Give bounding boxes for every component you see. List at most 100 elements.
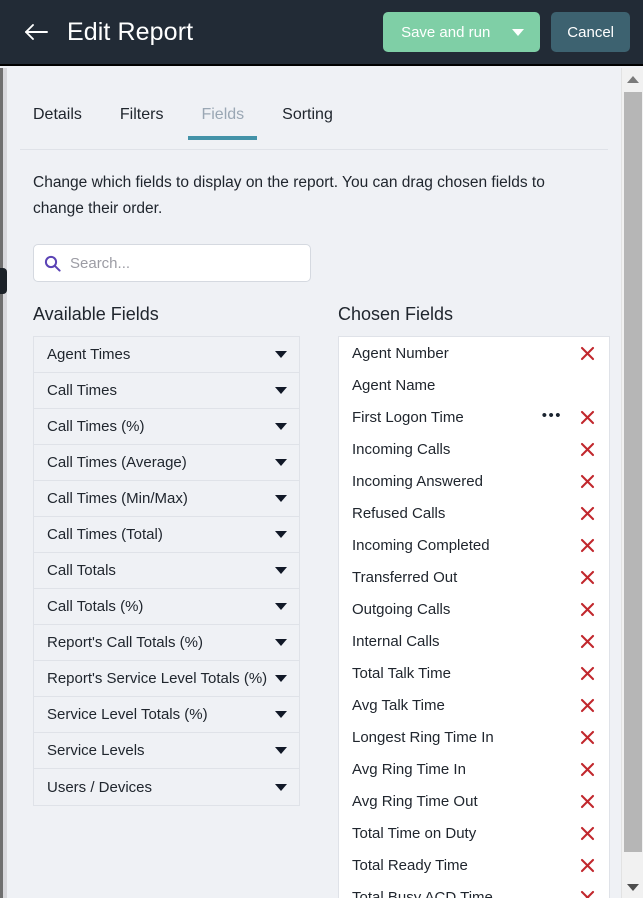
chosen-field-row[interactable]: Agent Name [339, 369, 609, 401]
tab-fields[interactable]: Fields [201, 94, 244, 140]
chosen-field-row[interactable]: Transferred Out [339, 561, 609, 593]
remove-field-icon[interactable] [578, 792, 596, 810]
scroll-down-button[interactable] [622, 876, 643, 898]
chevron-down-icon[interactable] [275, 387, 287, 394]
chosen-field-row[interactable]: Incoming Completed [339, 529, 609, 561]
chosen-field-label: Total Talk Time [352, 665, 578, 682]
chevron-down-icon[interactable] [275, 711, 287, 718]
remove-field-icon[interactable] [578, 696, 596, 714]
chevron-down-icon[interactable] [275, 351, 287, 358]
chevron-down-icon[interactable] [275, 675, 287, 682]
remove-field-icon[interactable] [578, 472, 596, 490]
chevron-down-icon[interactable] [275, 747, 287, 754]
scrollbar-thumb[interactable] [624, 92, 642, 852]
available-field-row[interactable]: Call Times (Total) [34, 517, 299, 553]
chosen-fields-list: Agent NumberAgent NameFirst Logon Time••… [338, 336, 610, 898]
chosen-field-row[interactable]: Longest Ring Time In [339, 721, 609, 753]
chosen-field-row[interactable]: Incoming Answered [339, 465, 609, 497]
available-field-label: Agent Times [47, 346, 271, 363]
chevron-up-icon [627, 76, 639, 83]
remove-field-icon[interactable] [578, 856, 596, 874]
available-field-row[interactable]: Service Levels [34, 733, 299, 769]
remove-field-icon[interactable] [578, 760, 596, 778]
scroll-up-button[interactable] [622, 68, 643, 90]
chosen-field-row[interactable]: Refused Calls [339, 497, 609, 529]
chosen-field-row[interactable]: Agent Number [339, 337, 609, 369]
available-field-row[interactable]: Call Times (%) [34, 409, 299, 445]
available-field-row[interactable]: Agent Times [34, 337, 299, 373]
cancel-button[interactable]: Cancel [551, 12, 630, 52]
remove-field-icon[interactable] [578, 440, 596, 458]
tab-details[interactable]: Details [33, 94, 82, 140]
available-field-label: Service Level Totals (%) [47, 706, 271, 723]
chevron-down-icon[interactable] [275, 784, 287, 791]
search-field-wrapper[interactable] [33, 244, 311, 282]
remove-field-icon[interactable] [578, 664, 596, 682]
chosen-field-row[interactable]: Avg Ring Time Out [339, 785, 609, 817]
chevron-down-icon[interactable] [275, 531, 287, 538]
available-field-row[interactable]: Service Level Totals (%) [34, 697, 299, 733]
remove-field-icon[interactable] [578, 888, 596, 898]
chosen-fields-column: Chosen Fields Agent NumberAgent NameFirs… [338, 304, 610, 898]
chosen-field-label: Incoming Completed [352, 537, 578, 554]
chosen-field-row[interactable]: Avg Ring Time In [339, 753, 609, 785]
chevron-down-icon[interactable] [275, 639, 287, 646]
chevron-down-icon[interactable] [275, 459, 287, 466]
chosen-field-row[interactable]: Avg Talk Time [339, 689, 609, 721]
chosen-field-label: Incoming Calls [352, 441, 578, 458]
available-field-label: Users / Devices [47, 779, 271, 796]
available-field-row[interactable]: Users / Devices [34, 769, 299, 805]
chosen-field-row[interactable]: First Logon Time••• [339, 401, 609, 433]
chevron-down-icon[interactable] [275, 603, 287, 610]
back-arrow-icon[interactable] [21, 17, 51, 47]
chosen-field-row[interactable]: Incoming Calls [339, 433, 609, 465]
tab-filters[interactable]: Filters [120, 94, 164, 140]
available-field-row[interactable]: Call Times [34, 373, 299, 409]
save-and-run-button[interactable]: Save and run [383, 12, 540, 52]
chevron-down-icon[interactable] [512, 29, 524, 36]
chosen-field-label: Total Busy ACD Time [352, 889, 578, 898]
chosen-field-label: Refused Calls [352, 505, 578, 522]
remove-field-icon[interactable] [578, 632, 596, 650]
available-field-row[interactable]: Call Times (Min/Max) [34, 481, 299, 517]
remove-field-icon[interactable] [578, 408, 596, 426]
chevron-down-icon[interactable] [275, 567, 287, 574]
remove-field-icon[interactable] [578, 600, 596, 618]
chevron-down-icon[interactable] [275, 423, 287, 430]
available-fields-list: Agent Times Call TimesCall Times (%) Call … [33, 336, 300, 806]
chosen-field-row[interactable]: Total Time on Duty [339, 817, 609, 849]
remove-field-icon[interactable] [578, 344, 596, 362]
vertical-scrollbar[interactable] [621, 68, 643, 898]
remove-field-icon[interactable] [578, 728, 596, 746]
chosen-field-row[interactable]: Total Ready Time [339, 849, 609, 881]
remove-field-icon[interactable] [578, 824, 596, 842]
chevron-down-icon [627, 884, 639, 891]
chosen-field-label: Avg Ring Time In [352, 761, 578, 778]
search-icon [44, 255, 61, 272]
available-field-row[interactable]: Call Totals [34, 553, 299, 589]
top-header-bar: Edit Report Save and run Cancel [0, 0, 643, 66]
tab-sorting[interactable]: Sorting [282, 94, 333, 140]
chosen-field-row[interactable]: Total Talk Time [339, 657, 609, 689]
remove-field-icon[interactable] [578, 536, 596, 554]
sidebar-collapse-handle[interactable] [0, 268, 7, 294]
available-field-label: Call Times (Average) [47, 454, 271, 471]
available-field-label: Call Times (Min/Max) [47, 490, 271, 507]
remove-field-icon[interactable] [578, 568, 596, 586]
available-field-row[interactable]: Report's Call Totals (%) [34, 625, 299, 661]
available-field-row[interactable]: Call Times (Average) [34, 445, 299, 481]
available-field-label: Service Levels [47, 742, 271, 759]
available-field-row[interactable]: Call Totals (%) [34, 589, 299, 625]
remove-field-icon[interactable] [578, 504, 596, 522]
chevron-down-icon[interactable] [275, 495, 287, 502]
chosen-field-label: Total Time on Duty [352, 825, 578, 842]
tab-bar-divider [20, 149, 608, 150]
search-input[interactable] [70, 255, 300, 272]
chosen-field-row[interactable]: Total Busy ACD Time [339, 881, 609, 898]
page-title: Edit Report [67, 18, 193, 47]
available-field-row[interactable]: Report's Service Level Totals (%) [34, 661, 299, 697]
ellipsis-icon[interactable]: ••• [542, 408, 562, 423]
chosen-field-label: Internal Calls [352, 633, 578, 650]
chosen-field-row[interactable]: Outgoing Calls [339, 593, 609, 625]
chosen-field-row[interactable]: Internal Calls [339, 625, 609, 657]
